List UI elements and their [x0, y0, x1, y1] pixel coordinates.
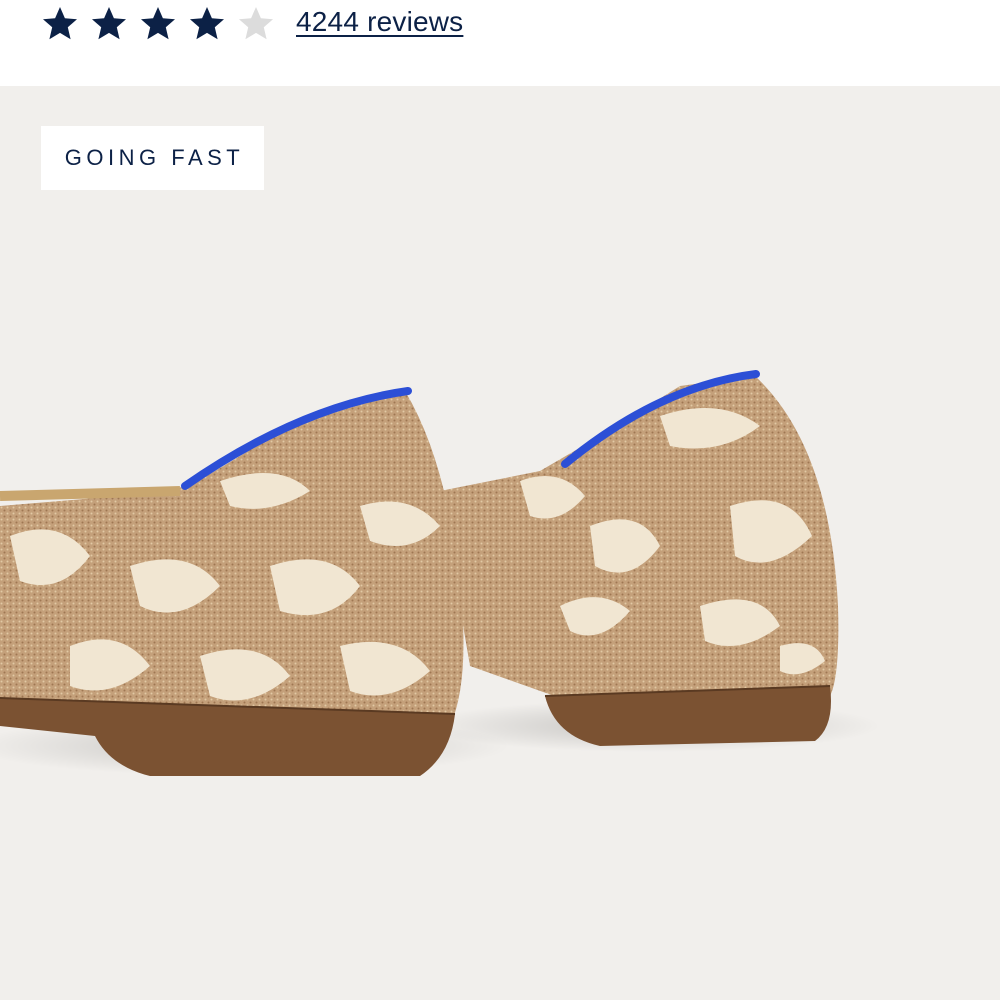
star-filled-icon [187, 4, 227, 44]
star-empty-icon [236, 4, 276, 44]
right-shoe [440, 370, 839, 746]
rating-bar: 4244 reviews [0, 0, 1000, 86]
star-filled-icon [40, 4, 80, 44]
product-image[interactable]: GOING FAST [0, 86, 1000, 1000]
star-filled-icon [138, 4, 178, 44]
going-fast-badge: GOING FAST [41, 126, 264, 190]
knit-flat-shoes-image [0, 370, 880, 776]
star-rating[interactable] [40, 4, 276, 44]
star-filled-icon [89, 4, 129, 44]
badge-label: GOING FAST [64, 145, 245, 170]
reviews-link[interactable]: 4244 reviews [296, 4, 463, 40]
left-shoe [0, 387, 464, 776]
